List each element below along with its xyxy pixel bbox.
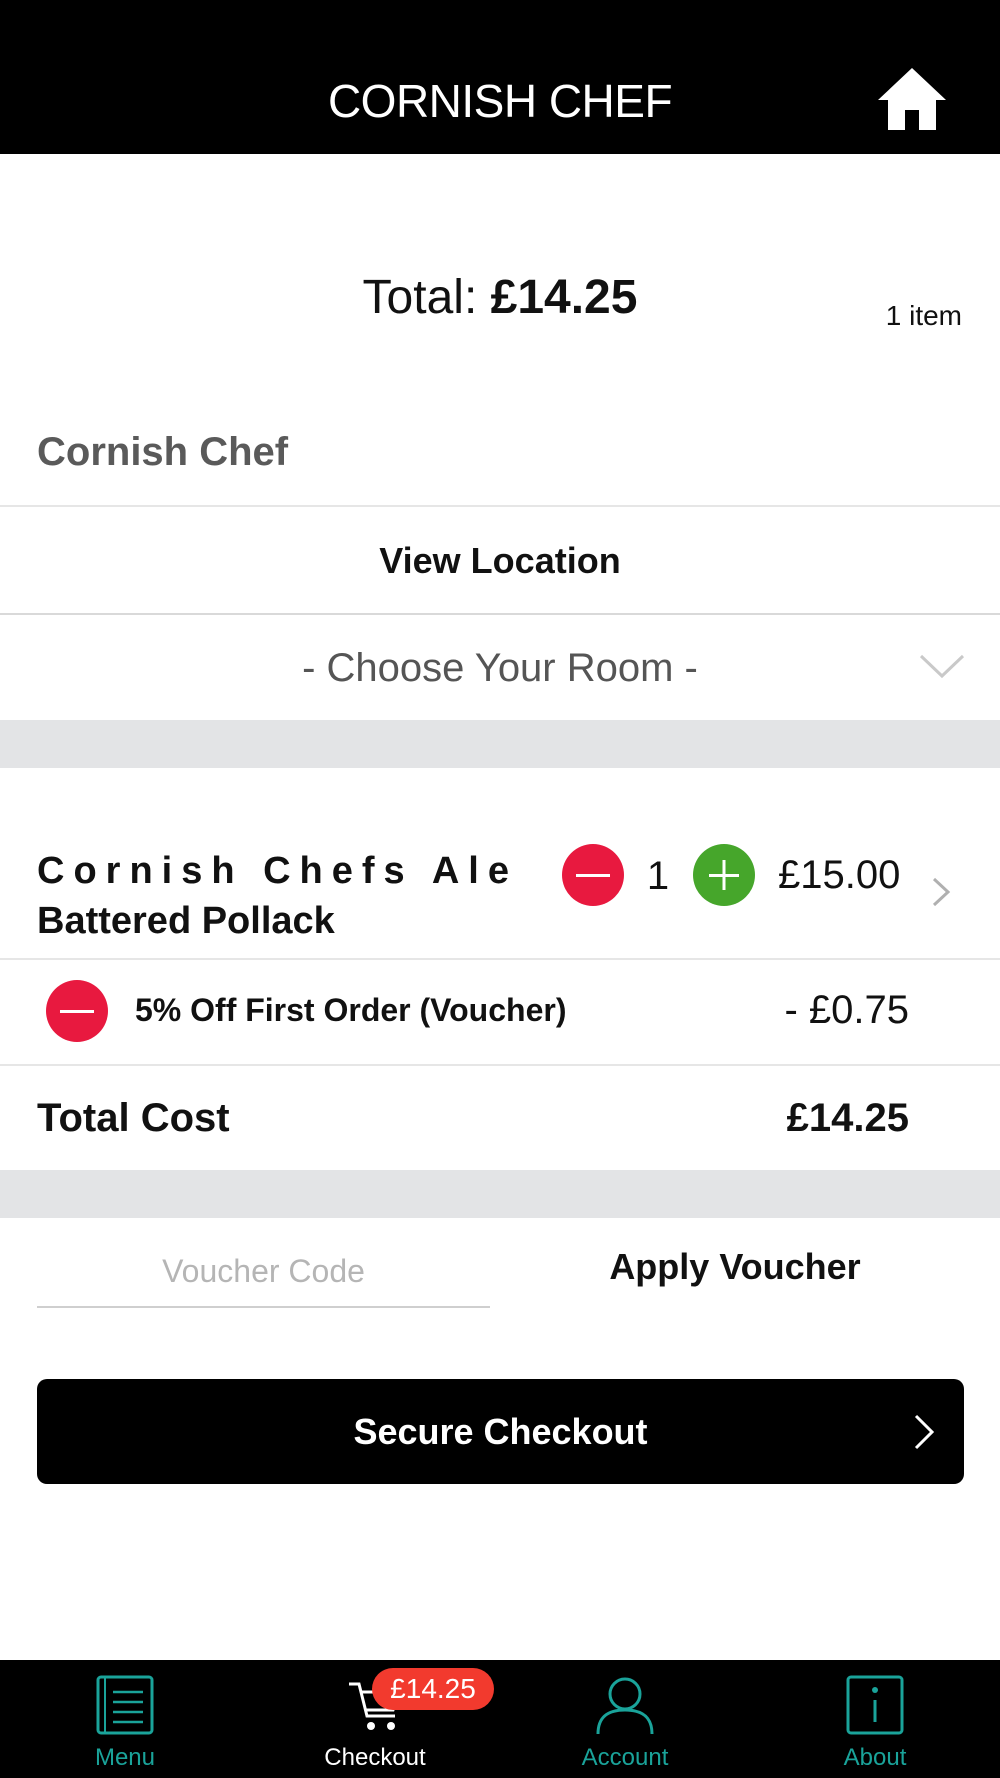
voucher-code-input[interactable] [37,1236,490,1308]
user-icon [596,1677,654,1735]
remove-voucher-button[interactable] [46,980,108,1042]
minus-icon [576,874,610,877]
info-icon [846,1675,904,1735]
item-name-line1: Cornish Chefs Ale [37,850,518,892]
divider [0,505,1000,507]
item-name: Cornish Chefs Ale Battered Pollack [37,846,537,946]
apply-voucher-button[interactable]: Apply Voucher [540,1246,930,1288]
plus-icon [709,860,739,890]
tab-menu[interactable]: Menu [0,1660,250,1778]
order-summary: Total: £14.25 1 item [0,270,1000,340]
total-cost-label: Total Cost [37,1096,230,1140]
tab-label-menu: Menu [94,1744,156,1771]
chevron-down-icon[interactable] [918,652,966,682]
cart-total-badge: £14.25 [372,1668,494,1710]
app-title: CORNISH CHEF [327,75,673,127]
basket-item[interactable]: Cornish Chefs Ale Battered Pollack 1 £15… [0,768,1000,958]
tab-label-checkout: Checkout [324,1744,426,1771]
tab-label-account: Account [581,1744,669,1771]
total-cost-value: £14.25 [786,1096,909,1140]
tab-bar: Menu Checkout Account About [0,1660,1000,1778]
item-name-line2: Battered Pollack [37,900,335,942]
total-value: £14.25 [490,271,638,324]
total-cost-row: Total Cost £14.25 [0,1066,1000,1170]
divider [0,613,1000,615]
item-count: 1 item [885,300,962,331]
home-icon[interactable] [876,66,948,132]
secure-checkout-label: Secure Checkout [353,1411,648,1452]
tab-account[interactable]: Account [500,1660,750,1778]
voucher-label: 5% Off First Order (Voucher) [135,992,567,1028]
secure-checkout-button[interactable]: Secure Checkout [37,1379,964,1484]
room-select-placeholder: - Choose Your Room - [302,646,698,690]
chevron-right-icon [914,1414,935,1450]
menu-book-icon [96,1675,154,1735]
voucher-amount: - £0.75 [784,988,909,1032]
increase-quantity-button[interactable] [693,844,755,906]
view-location-button[interactable]: View Location [0,508,1000,614]
decrease-quantity-button[interactable] [562,844,624,906]
minus-icon [60,1010,94,1013]
chevron-right-icon[interactable] [930,875,952,909]
total-label: Total: [362,271,478,324]
voucher-line: 5% Off First Order (Voucher) - £0.75 [0,960,1000,1064]
tab-label-about: About [843,1744,907,1771]
venue-name: Cornish Chef [37,430,289,474]
section-separator [0,720,1000,768]
item-quantity: 1 [646,854,670,898]
tab-about[interactable]: About [750,1660,1000,1778]
room-select[interactable]: - Choose Your Room - [0,616,1000,720]
item-price: £15.00 [778,853,901,897]
section-separator [0,1170,1000,1218]
app-header: CORNISH CHEF [0,0,1000,154]
